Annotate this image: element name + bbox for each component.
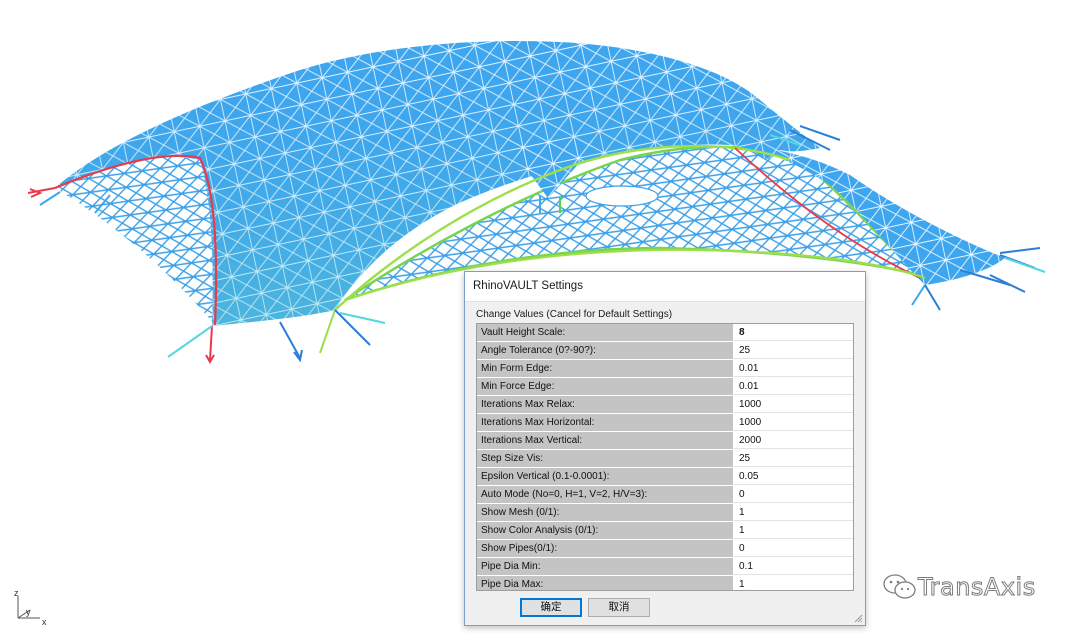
setting-value-field[interactable]: 25 <box>734 342 853 359</box>
settings-row: Iterations Max Relax: 1000 <box>477 396 853 414</box>
setting-value-field[interactable]: 1 <box>734 522 853 539</box>
setting-value-field[interactable]: 0.01 <box>734 378 853 395</box>
setting-label: Min Force Edge: <box>477 378 734 395</box>
settings-row: Pipe Dia Min: 0.1 <box>477 558 853 576</box>
setting-value-field[interactable]: 0.1 <box>734 558 853 575</box>
settings-row: Angle Tolerance (0?-90?): 25 <box>477 342 853 360</box>
setting-value-field[interactable]: 1 <box>734 504 853 521</box>
settings-grid: Vault Height Scale: 8 Angle Tolerance (0… <box>476 323 854 591</box>
setting-label: Step Size Vis: <box>477 450 734 467</box>
setting-label: Auto Mode (No=0, H=1, V=2, H/V=3): <box>477 486 734 503</box>
setting-label: Iterations Max Relax: <box>477 396 734 413</box>
settings-row: Iterations Max Horizontal: 1000 <box>477 414 853 432</box>
setting-value-field[interactable]: 8 <box>734 324 853 341</box>
axis-z-label: z <box>14 588 19 598</box>
setting-value-field[interactable]: 0 <box>734 486 853 503</box>
setting-value-field[interactable]: 2000 <box>734 432 853 449</box>
setting-value-field[interactable]: 1 <box>734 576 853 590</box>
watermark: TransAxis <box>882 572 1036 602</box>
setting-label: Epsilon Vertical (0.1-0.0001): <box>477 468 734 485</box>
setting-label: Show Color Analysis (0/1): <box>477 522 734 539</box>
settings-row: Show Pipes(0/1): 0 <box>477 540 853 558</box>
wechat-icon <box>883 574 916 599</box>
settings-row: Show Color Analysis (0/1): 1 <box>477 522 853 540</box>
settings-row: Pipe Dia Max: 1 <box>477 576 853 590</box>
settings-row: Iterations Max Vertical: 2000 <box>477 432 853 450</box>
setting-label: Show Pipes(0/1): <box>477 540 734 557</box>
resize-grip-icon[interactable] <box>853 613 863 623</box>
setting-label: Iterations Max Vertical: <box>477 432 734 449</box>
settings-row: Min Form Edge: 0.01 <box>477 360 853 378</box>
settings-row: Step Size Vis: 25 <box>477 450 853 468</box>
setting-label: Angle Tolerance (0?-90?): <box>477 342 734 359</box>
setting-value-field[interactable]: 0.05 <box>734 468 853 485</box>
axis-x-label: x <box>42 617 47 627</box>
axis-indicator: z y x <box>14 588 47 627</box>
settings-dialog: RhinoVAULT Settings Change Values (Cance… <box>464 271 866 626</box>
settings-row: Vault Height Scale: 8 <box>477 324 853 342</box>
setting-label: Pipe Dia Max: <box>477 576 734 590</box>
central-opening <box>585 185 659 207</box>
group-label: Change Values (Cancel for Default Settin… <box>476 309 673 320</box>
setting-label: Pipe Dia Min: <box>477 558 734 575</box>
settings-row: Epsilon Vertical (0.1-0.0001): 0.05 <box>477 468 853 486</box>
setting-value-field[interactable]: 25 <box>734 450 853 467</box>
setting-label: Min Form Edge: <box>477 360 734 377</box>
settings-row: Min Force Edge: 0.01 <box>477 378 853 396</box>
setting-value-field[interactable]: 1000 <box>734 396 853 413</box>
setting-label: Show Mesh (0/1): <box>477 504 734 521</box>
dialog-titlebar[interactable]: RhinoVAULT Settings <box>465 272 865 302</box>
left-arch-net <box>55 155 217 325</box>
settings-row: Show Mesh (0/1): 1 <box>477 504 853 522</box>
watermark-text: TransAxis <box>918 573 1036 602</box>
setting-label: Vault Height Scale: <box>477 324 734 341</box>
setting-value-field[interactable]: 0 <box>734 540 853 557</box>
dialog-title: RhinoVAULT Settings <box>473 280 583 292</box>
setting-label: Iterations Max Horizontal: <box>477 414 734 431</box>
cancel-button[interactable]: 取消 <box>588 598 650 617</box>
setting-value-field[interactable]: 1000 <box>734 414 853 431</box>
axis-y-label: y <box>26 607 31 617</box>
settings-row: Auto Mode (No=0, H=1, V=2, H/V=3): 0 <box>477 486 853 504</box>
setting-value-field[interactable]: 0.01 <box>734 360 853 377</box>
ok-button[interactable]: 确定 <box>520 598 582 617</box>
